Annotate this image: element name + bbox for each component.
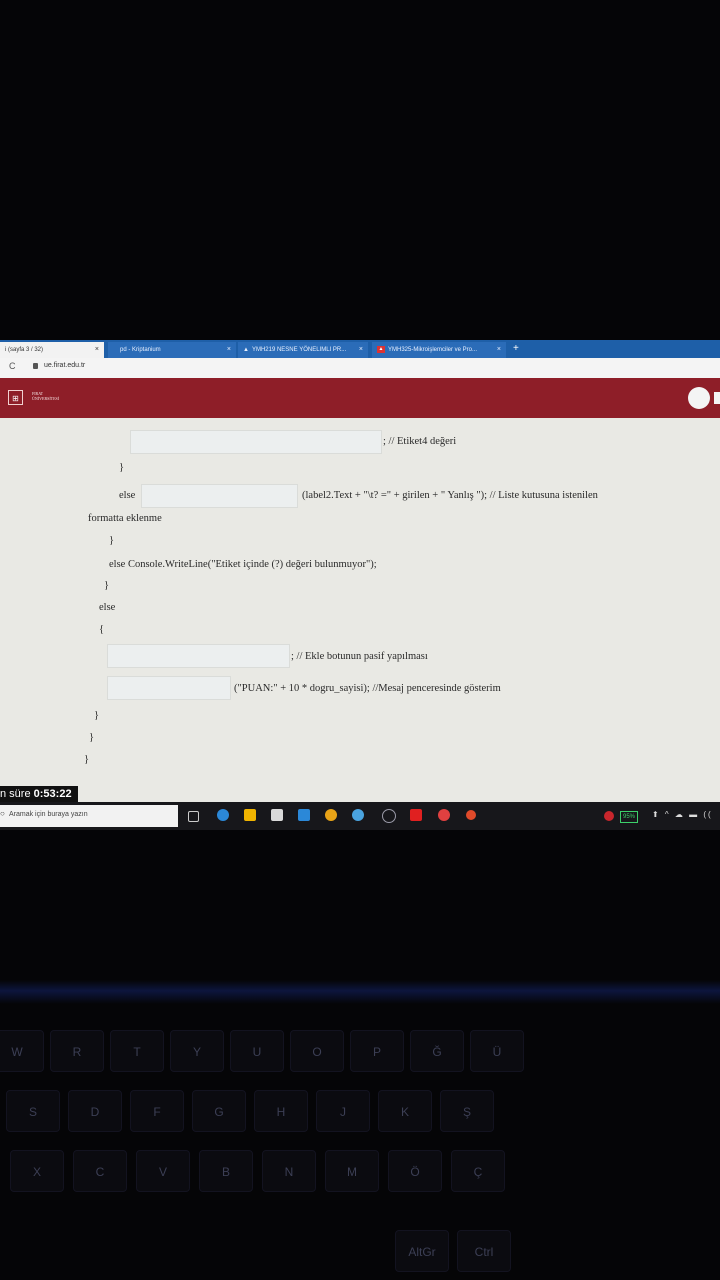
close-icon[interactable]: ×	[359, 342, 363, 358]
reload-icon[interactable]: C	[9, 361, 16, 371]
keyboard-key: K	[378, 1090, 432, 1132]
laptop-screen: i (sayfa 3 / 32) × pd - Kriptanium × ▲ YM…	[0, 340, 720, 830]
keyboard-key: U	[230, 1030, 284, 1072]
keyboard-key: O	[290, 1030, 344, 1072]
laptop-keyboard: W R T Y U O P Ğ Ü S D F G H J K Ş X C V B N M Ö Ç AltGr Ctrl	[0, 980, 720, 1280]
tab-exam[interactable]: i (sayfa 3 / 32) ×	[0, 342, 104, 358]
remaining-time-badge: n süre 0:53:22	[0, 786, 78, 803]
code-line: }	[84, 754, 90, 765]
code-line: }	[109, 535, 115, 546]
task-view-icon[interactable]	[188, 811, 199, 822]
keyboard-key: F	[130, 1090, 184, 1132]
app-icon[interactable]	[352, 809, 364, 821]
keyboard-key: M	[325, 1150, 379, 1192]
code-line: }	[89, 732, 95, 743]
drive-icon: ▲	[243, 347, 249, 353]
keyboard-key: J	[316, 1090, 370, 1132]
taskbar-search[interactable]: ○ Aramak için buraya yazın	[0, 805, 178, 827]
code-line: formatta eklenme	[88, 513, 162, 524]
uplay-icon[interactable]	[382, 809, 396, 823]
keyboard-key: Ş	[440, 1090, 494, 1132]
close-icon[interactable]: ×	[497, 342, 501, 358]
file-explorer-icon[interactable]	[244, 809, 256, 821]
close-icon[interactable]: ×	[227, 342, 231, 358]
code-line: {	[99, 624, 105, 635]
notification-app-icon[interactable]	[604, 811, 614, 821]
code-line: ; // Etiket4 değeri	[383, 436, 457, 447]
keyboard-backlight	[0, 980, 720, 1004]
office-icon[interactable]	[410, 809, 422, 821]
site-header: ⊞ FIRAT ÜNİVERSİTESİ	[0, 378, 720, 418]
code-line: ("PUAN:" + 10 * dogru_sayisi); //Mesaj p…	[234, 683, 501, 694]
windows-taskbar: ○ Aramak için buraya yazın 95% ⬆ ^ ☁ ▬ (…	[0, 802, 720, 830]
code-line: ; // Ekle botunun pasif yapılması	[291, 651, 428, 662]
tab-kriptanium[interactable]: pd - Kriptanium ×	[108, 342, 236, 358]
keyboard-key: Ö	[388, 1150, 442, 1192]
tab-title-wrap: ▲ YMH325-Mikroişlemciler ve Pro...	[377, 342, 477, 358]
answer-blank-2[interactable]	[141, 484, 298, 508]
edge-icon[interactable]	[217, 809, 229, 821]
tab-title-wrap: ▲ YMH219 NESNE YÖNELIMLI PR...	[243, 342, 346, 358]
keyboard-key: R	[50, 1030, 104, 1072]
code-line: else	[99, 602, 116, 613]
keyboard-key: Ğ	[410, 1030, 464, 1072]
search-icon: ○	[0, 809, 5, 818]
keyboard-key: S	[6, 1090, 60, 1132]
tab-title: YMH325-Mikroişlemciler ve Pro...	[388, 347, 478, 353]
tab-title: i (sayfa 3 / 32)	[5, 347, 44, 353]
url-field[interactable]: ue.firat.edu.tr	[44, 362, 85, 369]
keyboard-key: H	[254, 1090, 308, 1132]
opera-icon[interactable]	[438, 809, 450, 821]
keyboard-key: G	[192, 1090, 246, 1132]
keyboard-key: Ü	[470, 1030, 524, 1072]
tab-title: YMH219 NESNE YÖNELIMLI PR...	[251, 347, 347, 353]
timer-label: n süre	[0, 788, 31, 800]
code-line: }	[94, 710, 100, 721]
mail-icon[interactable]	[298, 809, 310, 821]
keyboard-key: AltGr	[395, 1230, 449, 1272]
exam-question-code: ; // Etiket4 değeri } else (label2.Text …	[0, 418, 720, 802]
keyboard-key: Y	[170, 1030, 224, 1072]
keyboard-key: Ctrl	[457, 1230, 511, 1272]
tab-title: pd - Kriptanium	[120, 347, 161, 353]
keyboard-key: C	[73, 1150, 127, 1192]
answer-blank-3[interactable]	[107, 644, 290, 668]
chrome-icon[interactable]	[325, 809, 337, 821]
keyboard-key: T	[110, 1030, 164, 1072]
keyboard-key: D	[68, 1090, 122, 1132]
keyboard-key: X	[10, 1150, 64, 1192]
pdf-icon: ▲	[377, 345, 385, 353]
keyboard-key: V	[136, 1150, 190, 1192]
university-name-line2: ÜNİVERSİTESİ	[32, 396, 60, 401]
code-line: (label2.Text + "\t? =" + girilen + " Yan…	[302, 490, 598, 501]
university-logo: FIRAT ÜNİVERSİTESİ	[32, 391, 59, 401]
tab-ymh325[interactable]: ▲ YMH325-Mikroişlemciler ve Pro... ×	[372, 342, 506, 358]
address-bar: C ue.firat.edu.tr	[0, 358, 720, 379]
avatar[interactable]	[688, 387, 710, 409]
header-menu-edge	[714, 392, 720, 404]
store-icon[interactable]	[271, 809, 283, 821]
menu-icon[interactable]: ⊞	[8, 390, 23, 405]
code-line: else	[119, 490, 136, 501]
keyboard-key: W	[0, 1030, 44, 1072]
answer-blank-1[interactable]	[130, 430, 382, 454]
browser-tab-bar: i (sayfa 3 / 32) × pd - Kriptanium × ▲ YM…	[0, 340, 720, 358]
keyboard-key: N	[262, 1150, 316, 1192]
search-input[interactable]: Aramak için buraya yazın	[9, 811, 88, 818]
dots-app-icon[interactable]	[466, 810, 476, 820]
keyboard-key: B	[199, 1150, 253, 1192]
code-line: }	[119, 462, 125, 473]
lock-icon	[33, 363, 38, 369]
close-icon[interactable]: ×	[95, 342, 99, 358]
code-line: }	[104, 580, 110, 591]
system-tray-icons[interactable]: ⬆ ^ ☁ ▬ ((	[652, 810, 713, 819]
keyboard-key: Ç	[451, 1150, 505, 1192]
new-tab-button[interactable]: +	[513, 342, 519, 356]
keyboard-key: P	[350, 1030, 404, 1072]
timer-value: 0:53:22	[33, 788, 72, 800]
tab-ymh219[interactable]: ▲ YMH219 NESNE YÖNELIMLI PR... ×	[238, 342, 368, 358]
battery-indicator[interactable]: 95%	[620, 811, 639, 823]
code-line: else Console.WriteLine("Etiket içinde (?…	[109, 559, 377, 570]
answer-blank-4[interactable]	[107, 676, 231, 700]
